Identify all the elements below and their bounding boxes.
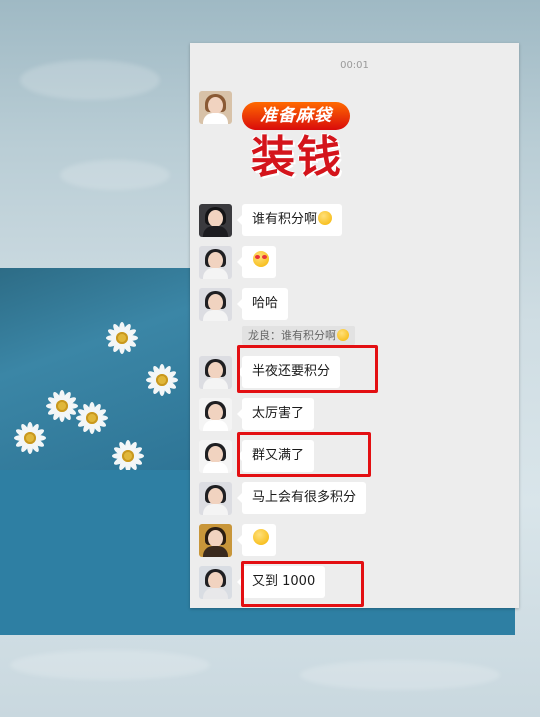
quote-text: 龙良：谁有积分啊: [248, 329, 336, 342]
background-ripple: [20, 60, 160, 100]
sticker-text-top: 准备麻袋: [242, 102, 350, 130]
avatar[interactable]: [199, 524, 232, 557]
message-bubble[interactable]: 谁有积分啊: [236, 204, 343, 236]
chat-window: 00:01 准备麻袋 装钱 谁有积分啊 哈哈 龙良：谁有积分啊 半夜还要积分 太…: [190, 43, 519, 608]
sweat-smile-emoji-icon: [337, 329, 349, 341]
message-text: 马上会有很多积分: [252, 490, 357, 505]
avatar[interactable]: [199, 398, 232, 431]
message-bubble[interactable]: 马上会有很多积分: [236, 482, 367, 514]
message-bubble[interactable]: [237, 246, 276, 278]
avatar[interactable]: [199, 246, 232, 279]
daisy-photo: [0, 268, 190, 470]
background-ripple: [60, 160, 170, 190]
sticker-image[interactable]: 准备麻袋 装钱: [242, 102, 352, 190]
background-ripple: [10, 650, 210, 680]
avatar[interactable]: [199, 440, 232, 473]
avatar[interactable]: [199, 204, 232, 237]
sticker-text-bottom: 装钱: [251, 132, 343, 183]
heart-eyes-emoji-icon: [253, 251, 269, 267]
thinking-emoji-icon: [253, 529, 269, 545]
highlight-box: [241, 561, 364, 607]
highlight-box: [237, 345, 378, 393]
message-bubble[interactable]: 哈哈: [236, 288, 289, 320]
chat-timestamp: 00:01: [340, 60, 369, 71]
avatar[interactable]: [199, 356, 232, 389]
avatar[interactable]: [199, 91, 232, 124]
highlight-box: [237, 432, 371, 477]
avatar[interactable]: [199, 566, 232, 599]
message-bubble[interactable]: [237, 524, 276, 556]
quoted-message[interactable]: 龙良：谁有积分啊: [242, 326, 355, 345]
avatar[interactable]: [199, 288, 232, 321]
message-text: 谁有积分啊: [252, 212, 318, 227]
background-ripple: [300, 660, 500, 690]
avatar[interactable]: [199, 482, 232, 515]
message-text: 太厉害了: [252, 406, 305, 421]
message-bubble[interactable]: 太厉害了: [236, 398, 315, 430]
message-text: 哈哈: [252, 296, 279, 311]
sweat-smile-emoji-icon: [318, 211, 333, 225]
